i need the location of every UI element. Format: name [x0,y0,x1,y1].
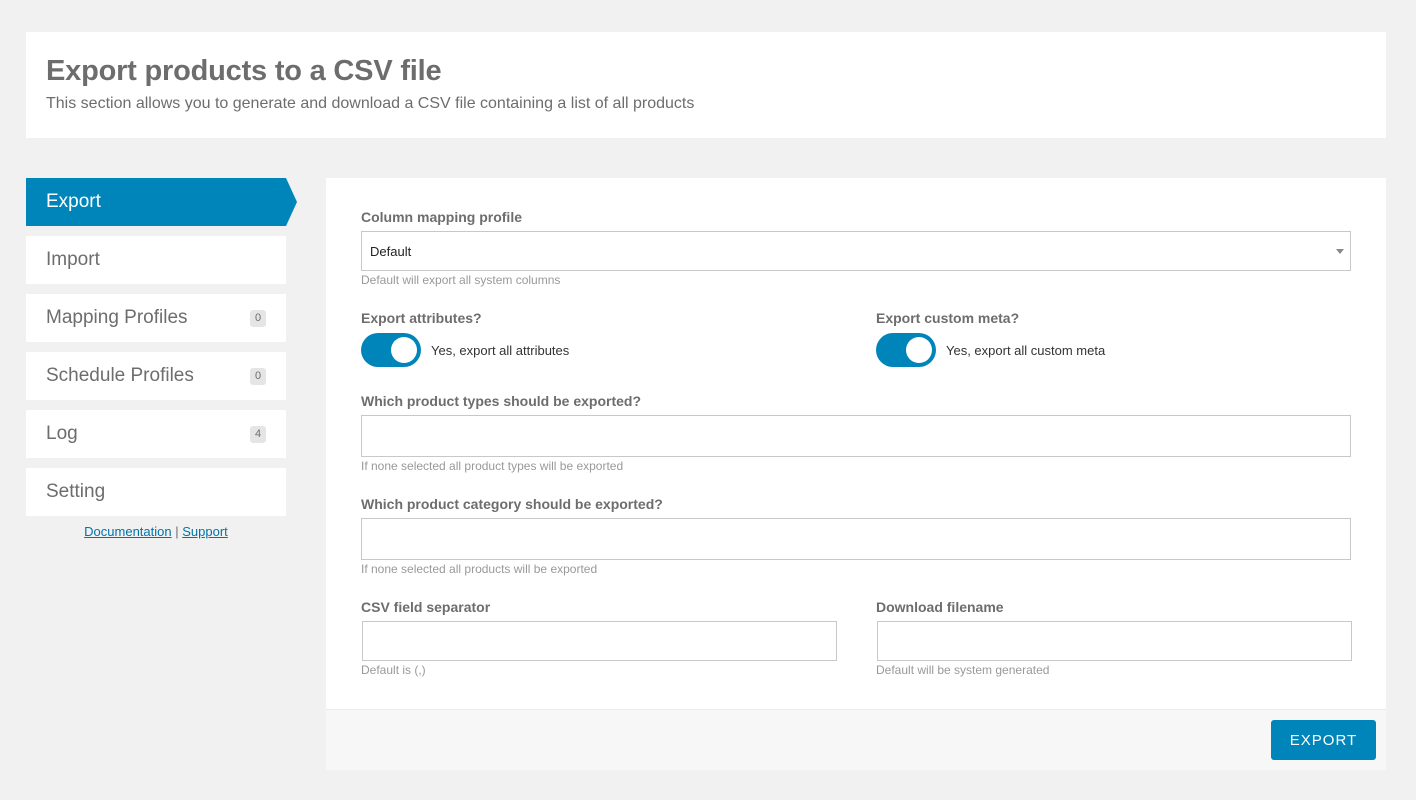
count-badge: 0 [250,367,266,385]
sidebar-item-label: Export [46,191,101,212]
sidebar-item-label: Log [46,423,78,444]
sidebar: Export Import Mapping Profiles 0 Schedul… [26,178,298,539]
sidebar-item-label: Import [46,249,100,270]
product-category-hint: If none selected all products will be ex… [361,562,598,576]
sidebar-item-schedule-profiles[interactable]: Schedule Profiles 0 [26,352,286,400]
page-header: Export products to a CSV file This secti… [26,32,1386,138]
export-form: Column mapping profile Default Default w… [326,178,1386,709]
export-attributes-text: Yes, export all attributes [431,342,570,358]
product-category-input[interactable] [361,518,1351,560]
chevron-down-icon [1336,249,1344,254]
sidebar-item-export[interactable]: Export [26,178,297,226]
sidebar-item-label: Schedule Profiles [46,365,194,386]
product-types-input[interactable] [361,415,1351,457]
export-meta-toggle[interactable] [876,333,936,367]
mapping-profile-value: Default [370,243,412,259]
count-badge: 4 [250,425,266,443]
mapping-profile-select[interactable]: Default [361,231,1351,271]
export-button[interactable]: EXPORT [1271,720,1376,760]
sidebar-item-label: Mapping Profiles [46,307,188,328]
product-types-label: Which product types should be exported? [361,393,642,409]
sidebar-item-mapping-profiles[interactable]: Mapping Profiles 0 [26,294,286,342]
sidebar-item-setting[interactable]: Setting [26,468,286,516]
separator-hint: Default is (,) [361,663,426,677]
export-attributes-row: Yes, export all attributes [361,333,569,367]
page-title: Export products to a CSV file [46,55,442,87]
product-category-label: Which product category should be exporte… [361,496,663,512]
sidebar-item-log[interactable]: Log 4 [26,410,286,458]
documentation-link[interactable]: Documentation [84,524,171,539]
sidebar-item-label: Setting [46,481,106,502]
separator-input[interactable] [362,621,837,661]
form-footer: EXPORT [326,709,1386,770]
filename-hint: Default will be system generated [876,663,1050,677]
separator-label: CSV field separator [361,599,491,615]
support-link[interactable]: Support [182,524,228,539]
export-meta-row: Yes, export all custom meta [876,333,1105,367]
export-panel: Column mapping profile Default Default w… [326,178,1386,770]
link-separator: | [175,524,179,539]
sidebar-item-import[interactable]: Import [26,236,286,284]
count-badge: 0 [250,309,266,327]
export-attributes-label: Export attributes? [361,310,482,326]
export-meta-label: Export custom meta? [876,310,1020,326]
mapping-profile-label: Column mapping profile [361,209,522,225]
sidebar-links: Documentation | Support [26,524,286,539]
mapping-profile-hint: Default will export all system columns [361,273,561,287]
filename-input[interactable] [877,621,1352,661]
filename-label: Download filename [876,599,1004,615]
toggle-knob [391,337,417,363]
page-subtitle: This section allows you to generate and … [46,95,695,112]
export-meta-text: Yes, export all custom meta [946,342,1106,358]
product-types-hint: If none selected all product types will … [361,459,624,473]
toggle-knob [906,337,932,363]
export-attributes-toggle[interactable] [361,333,421,367]
